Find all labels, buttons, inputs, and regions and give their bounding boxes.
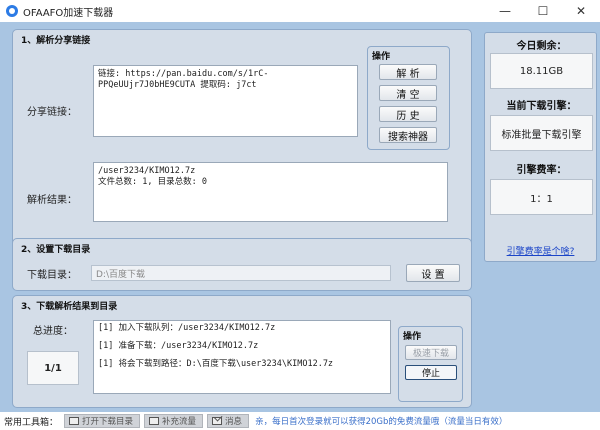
search-tool-button[interactable]: 搜索神器 <box>379 127 437 143</box>
window-controls: — ☐ ✕ <box>486 0 600 22</box>
window-title: OFAAFO加速下载器 <box>23 7 114 19</box>
free-traffic-tip: 亲，每日首次登录就可以获得20Gb的免费流量哦（流量当日有效） <box>255 417 508 427</box>
toolbox-label: 常用工具箱： <box>4 417 59 428</box>
parse-button[interactable]: 解 析 <box>379 64 437 80</box>
mail-icon <box>212 417 223 425</box>
toolbox-bar: 常用工具箱： 打开下载目录 补充流量 消息 亲，每日首次登录就可以获得20Gb的… <box>0 412 600 430</box>
section1-title: 1、解析分享链接 <box>21 36 91 46</box>
parse-operations-title: 操作 <box>372 52 391 62</box>
supplement-traffic-button[interactable]: 补充流量 <box>144 414 204 428</box>
history-button[interactable]: 历 史 <box>379 106 437 122</box>
current-engine-value: 标准批量下载引擎 <box>490 115 593 151</box>
today-remaining-title: 今日剩余： <box>516 41 567 52</box>
progress-label: 总进度： <box>33 326 73 337</box>
section2-title: 2、设置下载目录 <box>21 245 91 255</box>
minimize-button[interactable]: — <box>486 0 524 22</box>
today-remaining-value: 18.11GB <box>490 53 593 89</box>
maximize-button[interactable]: ☐ <box>524 0 562 22</box>
supplement-traffic-label: 补充流量 <box>162 417 197 427</box>
fast-download-button[interactable]: 极速下载 <box>405 345 457 360</box>
set-dir-button[interactable]: 设 置 <box>406 264 460 282</box>
share-link-input[interactable]: 链接: https://pan.baidu.com/s/1rC-PPQeUUjr… <box>93 65 358 137</box>
close-button[interactable]: ✕ <box>562 0 600 22</box>
message-button[interactable]: 消息 <box>207 414 250 428</box>
parse-operations-group: 操作 解 析 清 空 历 史 搜索神器 <box>367 46 450 150</box>
title-bar: OFAAFO加速下载器 — ☐ ✕ <box>0 0 600 22</box>
download-operations-title: 操作 <box>403 332 422 342</box>
stop-button[interactable]: 停止 <box>405 365 457 380</box>
message-label: 消息 <box>225 417 243 427</box>
client-area: 1、解析分享链接 分享链接： 链接: https://pan.baidu.com… <box>0 22 600 412</box>
download-log[interactable]: [1] 加入下载队列：/user3234/KIMO12.7z [1] 准备下载：… <box>93 320 391 394</box>
parse-result-output[interactable]: /user3234/KIMO12.7z 文件总数: 1, 目录总数: 0 <box>93 162 448 222</box>
download-group: 3、下载解析结果到目录 总进度： 1/1 [1] 加入下载队列：/user323… <box>12 295 472 408</box>
section3-title: 3、下载解析结果到目录 <box>21 302 118 312</box>
engine-rate-value: 1：1 <box>490 179 593 215</box>
quota-panel: 今日剩余： 18.11GB 当前下载引擎： 标准批量下载引擎 引擎费率： 1：1 <box>484 32 597 262</box>
parse-share-link-group: 1、解析分享链接 分享链接： 链接: https://pan.baidu.com… <box>12 29 472 247</box>
download-dir-label: 下载目录： <box>27 270 77 281</box>
engine-rate-help-link[interactable]: 引擎费率是个啥? <box>484 244 597 257</box>
share-link-label: 分享链接： <box>27 107 77 118</box>
download-operations-group: 操作 极速下载 停止 <box>398 326 463 402</box>
app-logo-icon <box>6 5 18 17</box>
folder-icon <box>69 417 80 425</box>
current-engine-title: 当前下载引擎： <box>506 101 577 112</box>
engine-rate-title: 引擎费率： <box>516 165 567 176</box>
open-download-dir-button[interactable]: 打开下载目录 <box>64 414 141 428</box>
download-dir-group: 2、设置下载目录 下载目录： D:\百度下载 设 置 <box>12 238 472 291</box>
gift-icon <box>149 417 160 425</box>
download-dir-input[interactable]: D:\百度下载 <box>91 265 391 281</box>
progress-value: 1/1 <box>27 351 79 385</box>
parse-result-label: 解析结果： <box>27 195 77 206</box>
clear-button[interactable]: 清 空 <box>379 85 437 101</box>
open-download-dir-label: 打开下载目录 <box>82 417 134 427</box>
